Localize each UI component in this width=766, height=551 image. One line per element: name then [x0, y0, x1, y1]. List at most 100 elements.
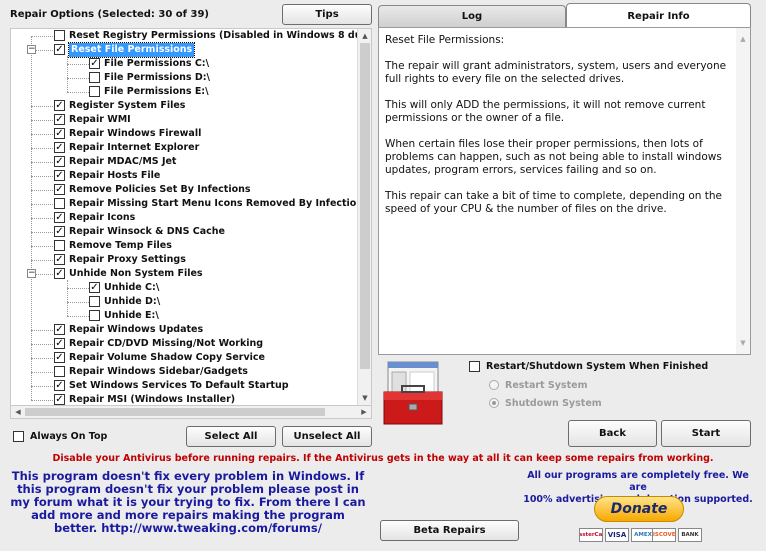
tree-item-label[interactable]: Repair Internet Explorer: [69, 141, 199, 155]
tree-item-label[interactable]: Repair MDAC/MS Jet: [69, 155, 176, 169]
tree-row[interactable]: ✓ Repair Windows Firewall: [11, 127, 359, 141]
tree-vertical-scrollbar[interactable]: ▲ ▼: [357, 29, 371, 405]
tree-collapse-icon[interactable]: −: [27, 269, 36, 278]
tree-item-checkbox[interactable]: ✓: [54, 226, 65, 237]
info-scroll-up-icon[interactable]: ▲: [736, 32, 750, 46]
tree-item-checkbox[interactable]: [89, 296, 100, 307]
tree-row[interactable]: ✓ Repair CD/DVD Missing/Not Working: [11, 337, 359, 351]
always-on-top-checkbox[interactable]: [13, 431, 24, 442]
tree-item-label[interactable]: Repair Proxy Settings: [69, 253, 186, 267]
tree-item-checkbox[interactable]: [89, 72, 100, 83]
info-scrollbar[interactable]: ▲ ▼: [736, 28, 750, 354]
tree-item-checkbox[interactable]: ✓: [54, 352, 65, 363]
tree-row[interactable]: − ✓ Reset File Permissions: [11, 42, 359, 58]
tree-item-checkbox[interactable]: ✓: [54, 324, 65, 335]
scroll-right-arrow-icon[interactable]: ▶: [357, 406, 371, 418]
tree-item-checkbox[interactable]: [89, 86, 100, 97]
tree-item-label[interactable]: Repair Windows Updates: [69, 323, 203, 337]
tree-row[interactable]: ✓ Unhide C:\: [11, 281, 359, 295]
tree-item-checkbox[interactable]: ✓: [54, 184, 65, 195]
start-button[interactable]: Start: [661, 420, 751, 447]
tree-item-checkbox[interactable]: [54, 30, 65, 41]
tree-item-label[interactable]: Unhide C:\: [104, 281, 159, 295]
tree-scroll-thumb[interactable]: [360, 43, 370, 369]
tree-item-label[interactable]: File Permissions C:\: [104, 57, 209, 71]
tree-item-label[interactable]: Repair Winsock & DNS Cache: [69, 225, 225, 239]
tree-item-label[interactable]: Repair Windows Sidebar/Gadgets: [69, 365, 248, 379]
tree-row[interactable]: ✓ Set Windows Services To Default Startup: [11, 379, 359, 393]
tree-item-label[interactable]: Unhide E:\: [104, 309, 159, 323]
tree-item-checkbox[interactable]: ✓: [54, 128, 65, 139]
tree-item-checkbox[interactable]: ✓: [54, 44, 65, 55]
tree-item-checkbox[interactable]: [54, 198, 65, 209]
beta-repairs-button[interactable]: Beta Repairs: [380, 520, 519, 541]
tree-row[interactable]: ✓ File Permissions C:\: [11, 57, 359, 71]
repair-options-tree[interactable]: Reset Registry Permissions (Disabled in …: [10, 28, 372, 406]
select-all-button[interactable]: Select All: [186, 426, 276, 447]
tree-item-label[interactable]: Repair CD/DVD Missing/Not Working: [69, 337, 263, 351]
scroll-down-arrow-icon[interactable]: ▼: [358, 391, 371, 405]
tree-item-checkbox[interactable]: ✓: [54, 254, 65, 265]
tree-row[interactable]: Remove Temp Files: [11, 239, 359, 253]
tree-item-label[interactable]: Set Windows Services To Default Startup: [69, 379, 289, 393]
tree-item-label[interactable]: Unhide D:\: [104, 295, 160, 309]
tree-item-checkbox[interactable]: ✓: [54, 394, 65, 405]
tips-button[interactable]: Tips: [282, 4, 372, 25]
tree-row[interactable]: ✓ Repair MDAC/MS Jet: [11, 155, 359, 169]
tree-item-checkbox[interactable]: [89, 310, 100, 321]
tree-item-label[interactable]: Remove Policies Set By Infections: [69, 183, 251, 197]
tree-row[interactable]: ✓ Register System Files: [11, 99, 359, 113]
tree-row[interactable]: − ✓ Unhide Non System Files: [11, 267, 359, 281]
info-scroll-down-icon[interactable]: ▼: [736, 336, 750, 350]
tree-item-checkbox[interactable]: [54, 240, 65, 251]
tree-row[interactable]: Unhide E:\: [11, 309, 359, 323]
restart-shutdown-checkbox[interactable]: [469, 361, 480, 372]
tab-log[interactable]: Log: [378, 5, 566, 27]
tree-hscroll-thumb[interactable]: [25, 408, 325, 416]
tree-item-checkbox[interactable]: ✓: [54, 338, 65, 349]
tree-item-label[interactable]: Reset Registry Permissions (Disabled in …: [69, 29, 359, 43]
tree-row[interactable]: ✓ Repair MSI (Windows Installer): [11, 393, 359, 405]
tree-row[interactable]: File Permissions D:\: [11, 71, 359, 85]
scroll-left-arrow-icon[interactable]: ◀: [11, 406, 25, 418]
tree-item-checkbox[interactable]: ✓: [54, 100, 65, 111]
tree-row[interactable]: Repair Missing Start Menu Icons Removed …: [11, 197, 359, 211]
tree-row[interactable]: ✓ Repair WMI: [11, 113, 359, 127]
tree-item-checkbox[interactable]: ✓: [89, 282, 100, 293]
tree-row[interactable]: Reset Registry Permissions (Disabled in …: [11, 29, 359, 43]
tree-item-checkbox[interactable]: ✓: [54, 170, 65, 181]
tree-item-checkbox[interactable]: ✓: [54, 156, 65, 167]
tree-item-label[interactable]: Repair Icons: [69, 211, 135, 225]
tree-row[interactable]: Unhide D:\: [11, 295, 359, 309]
tree-row[interactable]: ✓ Repair Proxy Settings: [11, 253, 359, 267]
scroll-up-arrow-icon[interactable]: ▲: [358, 29, 371, 43]
tree-item-label[interactable]: Register System Files: [69, 99, 185, 113]
tree-item-label[interactable]: Repair Windows Firewall: [69, 127, 201, 141]
tree-row[interactable]: Repair Windows Sidebar/Gadgets: [11, 365, 359, 379]
tree-row[interactable]: ✓ Remove Policies Set By Infections: [11, 183, 359, 197]
tree-row[interactable]: ✓ Repair Icons: [11, 211, 359, 225]
tree-item-checkbox[interactable]: ✓: [54, 114, 65, 125]
tree-row[interactable]: ✓ Repair Hosts File: [11, 169, 359, 183]
tree-item-checkbox[interactable]: [54, 366, 65, 377]
tree-item-checkbox[interactable]: ✓: [54, 380, 65, 391]
tree-item-label[interactable]: File Permissions D:\: [104, 71, 210, 85]
tree-item-label[interactable]: Repair Missing Start Menu Icons Removed …: [69, 197, 359, 211]
restart-system-radio[interactable]: [489, 380, 499, 390]
tree-item-checkbox[interactable]: ✓: [89, 58, 100, 69]
tree-item-checkbox[interactable]: ✓: [54, 268, 65, 279]
donate-button[interactable]: Donate: [594, 496, 684, 522]
tree-item-label[interactable]: Repair Hosts File: [69, 169, 160, 183]
tree-horizontal-scrollbar[interactable]: ◀ ▶: [10, 406, 372, 419]
tree-row[interactable]: ✓ Repair Windows Updates: [11, 323, 359, 337]
tree-row[interactable]: ✓ Repair Winsock & DNS Cache: [11, 225, 359, 239]
tree-row[interactable]: ✓ Repair Internet Explorer: [11, 141, 359, 155]
shutdown-system-radio[interactable]: [489, 398, 499, 408]
tree-collapse-icon[interactable]: −: [27, 45, 36, 54]
tree-item-label[interactable]: Reset File Permissions: [67, 42, 196, 58]
back-button[interactable]: Back: [568, 420, 657, 447]
tab-repair-info[interactable]: Repair Info: [566, 3, 751, 28]
tree-item-label[interactable]: Repair WMI: [69, 113, 131, 127]
tree-item-label[interactable]: Repair Volume Shadow Copy Service: [69, 351, 265, 365]
tree-item-checkbox[interactable]: ✓: [54, 142, 65, 153]
